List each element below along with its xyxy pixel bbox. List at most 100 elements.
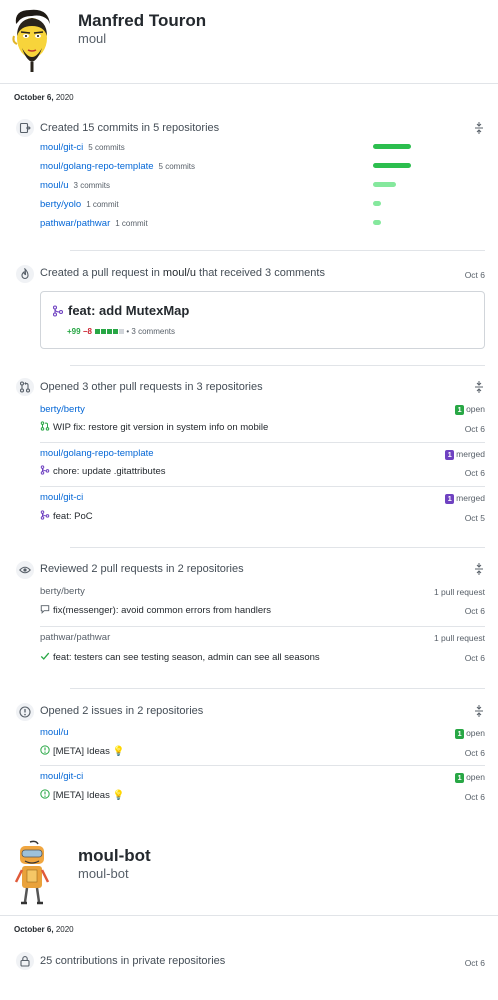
commit-icon (15, 118, 35, 138)
issue-icon (15, 702, 35, 722)
user-avatar-moul-bot[interactable] (8, 840, 56, 910)
fold-icon[interactable] (473, 563, 485, 575)
review-item[interactable]: feat: testers can see testing season, ad… (40, 651, 320, 663)
repo-link[interactable]: moul/git-ci (40, 142, 83, 153)
lock-icon (15, 951, 35, 971)
open-issue-icon (40, 745, 50, 755)
issue-count-badge: 1 (455, 729, 465, 739)
pr-date: Oct 5 (464, 513, 485, 523)
pr-date: Oct 6 (464, 424, 485, 434)
issue-repo-link[interactable]: moul/u (40, 727, 69, 738)
pr-title[interactable]: WIP fix: restore git version in system i… (53, 422, 268, 433)
issue-repo-link[interactable]: moul/git-ci (40, 771, 83, 782)
eye-icon (15, 560, 35, 580)
pr-card-title[interactable]: feat: add MutexMap (68, 303, 189, 318)
pull-request-icon (15, 377, 35, 397)
pr-state: merged (456, 493, 485, 503)
pr-state: merged (456, 449, 485, 459)
pr-date: Oct 6 (464, 270, 485, 280)
issue-state-badge: 1 open (455, 728, 485, 739)
issue-state-badge: 1 open (455, 772, 485, 783)
fold-icon[interactable] (473, 705, 485, 717)
fold-icon[interactable] (473, 122, 485, 134)
issue-state: open (466, 728, 485, 738)
user-display-name[interactable]: Manfred Touron (78, 11, 206, 31)
flame-icon (15, 264, 35, 284)
issue-item[interactable]: [META] Ideas 💡 (40, 745, 124, 757)
review-count: 1 pull request (433, 633, 485, 643)
review-repo[interactable]: berty/berty (40, 586, 85, 597)
pr-state: open (466, 404, 485, 414)
pr-repo-link[interactable]: moul/u (163, 267, 196, 279)
commit-repo-row[interactable]: moul/git-ci 5 commits (40, 142, 125, 153)
open-pr-icon (40, 421, 50, 431)
pr-repo-link[interactable]: moul/git-ci (40, 492, 83, 503)
repo-link[interactable]: moul/golang-repo-template (40, 161, 154, 172)
item-divider (40, 626, 485, 627)
commits-summary: Created 15 commits in 5 repositories (40, 122, 220, 134)
date-year: 2020 (55, 93, 74, 102)
item-divider (40, 765, 485, 766)
date-year: 2020 (55, 925, 74, 934)
section-divider (70, 688, 485, 689)
pr-item[interactable]: chore: update .gitattributes (40, 465, 166, 477)
section-divider (70, 250, 485, 251)
pr-state-badge: 1 merged (445, 493, 485, 504)
pr-count-badge: 1 (445, 494, 455, 504)
date-heading: October 6, 2020 (14, 93, 74, 102)
comment-icon (40, 605, 50, 614)
commit-count[interactable]: 5 commits (88, 143, 124, 152)
commit-repo-row[interactable]: pathwar/pathwar 1 commit (40, 218, 148, 229)
user-header-moul-bot: moul-bot moul-bot (0, 832, 498, 916)
pr-repo-link[interactable]: berty/berty (40, 404, 85, 415)
repo-link[interactable]: berty/yolo (40, 199, 81, 210)
section-divider (70, 365, 485, 366)
merged-pr-icon (40, 465, 50, 475)
date-heading: October 6, 2020 (14, 925, 74, 934)
pr-item[interactable]: WIP fix: restore git version in system i… (40, 421, 268, 433)
issue-title[interactable]: [META] Ideas 💡 (53, 790, 124, 801)
item-divider (40, 442, 485, 443)
commit-repo-row[interactable]: moul/golang-repo-template 5 commits (40, 161, 195, 172)
pr-diff-stats: +99 −8 • 3 comments (67, 327, 175, 336)
header-divider (0, 83, 498, 84)
pull-request-card[interactable]: feat: add MutexMap +99 −8 • 3 comments (40, 291, 485, 349)
pr-item[interactable]: feat: PoC (40, 510, 93, 522)
section-divider (70, 547, 485, 548)
check-icon (40, 652, 50, 660)
pr-state-badge: 1 open (455, 404, 485, 415)
user-avatar-manfred[interactable] (8, 6, 56, 76)
commit-count[interactable]: 5 commits (159, 162, 195, 171)
issue-state: open (466, 772, 485, 782)
repo-link[interactable]: moul/u (40, 180, 69, 191)
header-divider (0, 915, 498, 916)
pr-summary-prefix: Created a pull request in (40, 267, 160, 279)
user-display-name[interactable]: moul-bot (78, 846, 151, 866)
issue-date: Oct 6 (464, 748, 485, 758)
fold-icon[interactable] (473, 381, 485, 393)
commit-count[interactable]: 1 commit (86, 200, 118, 209)
commit-repo-row[interactable]: moul/u 3 commits (40, 180, 110, 191)
review-title[interactable]: feat: testers can see testing season, ad… (53, 652, 320, 663)
issue-item[interactable]: [META] Ideas 💡 (40, 789, 124, 801)
commit-bar (373, 182, 396, 187)
commit-count[interactable]: 1 commit (115, 219, 147, 228)
pr-title[interactable]: chore: update .gitattributes (53, 466, 166, 477)
commit-count[interactable]: 3 commits (74, 181, 110, 190)
repo-link[interactable]: pathwar/pathwar (40, 218, 110, 229)
issues-summary: Opened 2 issues in 2 repositories (40, 705, 204, 717)
opened-prs-summary: Opened 3 other pull requests in 3 reposi… (40, 381, 263, 393)
pull-request-summary: Created a pull request in moul/u that re… (40, 267, 325, 279)
review-title[interactable]: fix(messenger): avoid common errors from… (53, 605, 271, 616)
pr-comments: • 3 comments (126, 327, 175, 336)
review-count: 1 pull request (433, 587, 485, 597)
user-login: moul-bot (78, 866, 129, 881)
pr-repo-link[interactable]: moul/golang-repo-template (40, 448, 154, 459)
pr-title[interactable]: feat: PoC (53, 511, 93, 522)
issue-title[interactable]: [META] Ideas 💡 (53, 746, 124, 757)
user-header-manfred: Manfred Touron moul (0, 0, 498, 84)
review-item[interactable]: fix(messenger): avoid common errors from… (40, 604, 271, 616)
review-repo[interactable]: pathwar/pathwar (40, 632, 110, 643)
commit-repo-row[interactable]: berty/yolo 1 commit (40, 199, 119, 210)
item-divider (40, 486, 485, 487)
